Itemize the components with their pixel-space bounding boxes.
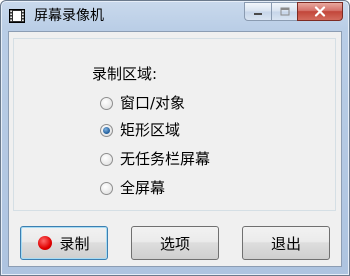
film-strip-icon bbox=[9, 9, 25, 23]
radio-full-screen[interactable]: 全屏幕 bbox=[100, 178, 165, 198]
radio-label: 窗口/对象 bbox=[120, 94, 186, 112]
title-bar[interactable]: 屏幕录像机 bbox=[1, 1, 349, 31]
record-area-label: 录制区域: bbox=[92, 65, 158, 83]
options-button[interactable]: 选项 bbox=[131, 226, 219, 260]
record-button[interactable]: 录制 bbox=[20, 226, 108, 260]
radio-button[interactable] bbox=[100, 152, 113, 166]
exit-button[interactable]: 退出 bbox=[242, 226, 330, 260]
radio-button[interactable] bbox=[100, 181, 113, 195]
radio-label: 全屏幕 bbox=[120, 179, 166, 197]
client-area: 录制区域: 窗口/对象 矩形区域 无任务栏屏幕 全屏幕 录制 选项 退出 bbox=[8, 31, 342, 267]
radio-window-object[interactable]: 窗口/对象 bbox=[100, 93, 185, 113]
window-title: 屏幕录像机 bbox=[34, 8, 104, 24]
radio-label: 无任务栏屏幕 bbox=[120, 150, 211, 168]
close-button[interactable] bbox=[297, 2, 343, 21]
options-button-label: 选项 bbox=[159, 234, 190, 253]
radio-screen-no-taskbar[interactable]: 无任务栏屏幕 bbox=[100, 149, 210, 169]
radio-rectangle-region[interactable]: 矩形区域 bbox=[100, 120, 180, 140]
record-dot-icon bbox=[38, 236, 53, 250]
radio-button-checked[interactable] bbox=[100, 123, 113, 137]
caption-buttons bbox=[244, 2, 343, 21]
minimize-icon bbox=[254, 12, 262, 15]
minimize-button[interactable] bbox=[244, 2, 271, 21]
close-icon bbox=[314, 6, 326, 17]
radio-label: 矩形区域 bbox=[120, 121, 181, 139]
maximize-icon bbox=[280, 7, 289, 16]
exit-button-label: 退出 bbox=[270, 234, 301, 253]
maximize-button[interactable] bbox=[271, 2, 297, 21]
record-button-label: 录制 bbox=[59, 234, 90, 253]
radio-button[interactable] bbox=[100, 96, 113, 110]
app-window: 屏幕录像机 录制区域: 窗口/对象 矩形区域 无任务栏屏幕 全屏幕 录制 选项 … bbox=[0, 0, 350, 276]
